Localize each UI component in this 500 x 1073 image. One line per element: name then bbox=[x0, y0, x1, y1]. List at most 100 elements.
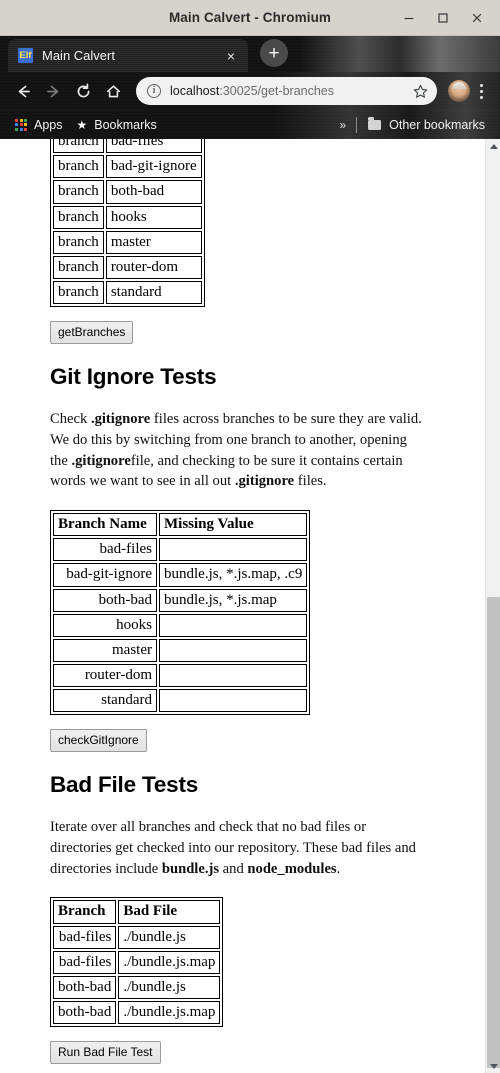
column-header: Missing Value bbox=[159, 512, 308, 537]
table-row: branch master bbox=[53, 230, 202, 254]
bad-file-cell: ./bundle.js.map bbox=[118, 950, 221, 974]
address-bar[interactable]: i localhost:30025/get-branches bbox=[136, 77, 437, 105]
emphasis-text: bundle.js bbox=[161, 860, 220, 877]
page-viewport: branch bad-files branch bad-git-ignore branc… bbox=[0, 139, 500, 1073]
browser-toolbar: i localhost:30025/get-branches bbox=[0, 72, 500, 110]
reload-icon[interactable] bbox=[68, 76, 98, 106]
tab-main-calvert[interactable]: Elf Main Calvert × bbox=[8, 39, 248, 72]
branch-name-cell: bad-files bbox=[53, 925, 117, 949]
bookmark-star-icon[interactable] bbox=[411, 84, 429, 99]
url-host: localhost bbox=[170, 84, 220, 98]
missing-value-cell bbox=[159, 538, 308, 562]
missing-value-cell: bundle.js, *.js.map, .c9 bbox=[159, 563, 308, 587]
bookmark-apps[interactable]: Apps bbox=[8, 114, 70, 136]
branch-name-cell: standard bbox=[105, 281, 202, 305]
table-row: standard bbox=[53, 689, 308, 713]
branch-name-cell: router-dom bbox=[53, 664, 157, 688]
minimize-icon[interactable] bbox=[392, 0, 426, 36]
column-header: Branch Name bbox=[53, 512, 157, 537]
site-info-icon[interactable]: i bbox=[147, 84, 161, 98]
branch-name-cell: both-bad bbox=[53, 1001, 117, 1025]
address-bar-url: localhost:30025/get-branches bbox=[170, 84, 411, 98]
scrollbar-up-arrow-icon[interactable] bbox=[486, 139, 500, 153]
browser-window: Main Calvert - Chromium Elf Main Calvert… bbox=[0, 0, 500, 1073]
bad-file-table: Branch Bad File bad-files ./bundle.js bad-f… bbox=[50, 897, 224, 1028]
new-tab-button[interactable]: + bbox=[260, 39, 288, 67]
branch-name-cell: standard bbox=[53, 689, 157, 713]
branch-key-cell: branch bbox=[53, 155, 104, 179]
branch-name-cell: hooks bbox=[105, 205, 202, 229]
branch-key-cell: branch bbox=[53, 255, 104, 280]
table-header-row: Branch Name Missing Value bbox=[53, 512, 308, 537]
table-row: bad-git-ignore bundle.js, *.js.map, .c9 bbox=[53, 563, 308, 587]
emphasis-text: .gitignore bbox=[71, 452, 131, 469]
other-bookmarks-label: Other bookmarks bbox=[389, 117, 485, 132]
git-ignore-table-body: bad-files bad-git-ignore bundle.js, *.js.… bbox=[53, 538, 308, 713]
table-row: branch router-dom bbox=[53, 255, 202, 280]
branch-name-cell: master bbox=[53, 638, 157, 663]
bad-file-cell: ./bundle.js.map bbox=[118, 1001, 221, 1025]
bad-file-table-head: Branch Bad File bbox=[53, 900, 221, 924]
table-row: both-bad ./bundle.js bbox=[53, 975, 221, 1000]
branch-name-cell: master bbox=[105, 230, 202, 254]
other-bookmarks-folder[interactable]: Other bookmarks bbox=[361, 114, 492, 136]
missing-value-cell: bundle.js, *.js.map bbox=[159, 588, 308, 612]
page-scrollbar[interactable] bbox=[485, 139, 500, 1073]
paragraph-text: Check bbox=[50, 411, 91, 428]
scrollbar-down-arrow-icon[interactable] bbox=[486, 1059, 500, 1073]
table-row: bad-files bbox=[53, 538, 308, 562]
home-icon[interactable] bbox=[98, 76, 128, 106]
branch-key-cell: branch bbox=[53, 205, 104, 229]
column-header: Bad File bbox=[118, 900, 221, 924]
apps-grid-icon bbox=[15, 118, 27, 131]
forward-icon[interactable] bbox=[38, 76, 68, 106]
profile-avatar[interactable] bbox=[448, 80, 470, 102]
branch-key-cell: branch bbox=[53, 139, 104, 154]
window-controls bbox=[392, 0, 494, 36]
tab-close-icon[interactable]: × bbox=[222, 49, 240, 63]
table-row: bad-files ./bundle.js.map bbox=[53, 950, 221, 974]
emphasis-text: .gitignore bbox=[90, 411, 151, 428]
missing-value-cell bbox=[159, 638, 308, 663]
bookmarks-bar: Apps ★ Bookmarks » Other bookmarks bbox=[0, 110, 500, 139]
run-bad-file-test-button[interactable]: Run Bad File Test bbox=[50, 1041, 161, 1065]
table-row: branch hooks bbox=[53, 205, 202, 229]
title-bar: Main Calvert - Chromium bbox=[0, 0, 500, 36]
get-branches-button[interactable]: getBranches bbox=[50, 321, 134, 345]
branch-name-cell: both-bad bbox=[105, 180, 202, 204]
bookmark-apps-label: Apps bbox=[34, 117, 63, 132]
table-row: bad-files ./bundle.js bbox=[53, 925, 221, 949]
star-icon: ★ bbox=[76, 117, 88, 132]
table-row: branch standard bbox=[53, 281, 202, 305]
missing-value-cell bbox=[159, 689, 308, 713]
chrome-menu-icon[interactable] bbox=[470, 76, 492, 106]
table-row: branch bad-git-ignore bbox=[53, 155, 202, 179]
branch-name-cell: bad-files bbox=[105, 139, 202, 154]
back-icon[interactable] bbox=[8, 76, 38, 106]
table-row: branch both-bad bbox=[53, 180, 202, 204]
paragraph-text: files. bbox=[294, 473, 327, 490]
bad-file-paragraph: Iterate over all branches and check that… bbox=[50, 817, 427, 879]
table-row: master bbox=[53, 638, 308, 663]
bookmark-bookmarks[interactable]: ★ Bookmarks bbox=[70, 114, 164, 136]
close-icon[interactable] bbox=[460, 0, 494, 36]
paragraph-text: . bbox=[336, 860, 341, 877]
branches-table: branch bad-files branch bad-git-ignore branc… bbox=[50, 139, 205, 308]
branch-name-cell: both-bad bbox=[53, 975, 117, 1000]
branch-key-cell: branch bbox=[53, 180, 104, 204]
table-row: hooks bbox=[53, 613, 308, 637]
git-ignore-table-head: Branch Name Missing Value bbox=[53, 512, 308, 537]
bookmarks-separator bbox=[356, 116, 358, 133]
folder-icon bbox=[368, 117, 382, 130]
branch-name-cell: bad-files bbox=[53, 950, 117, 974]
missing-value-cell bbox=[159, 613, 308, 637]
emphasis-text: node_modules bbox=[247, 860, 337, 877]
table-row: both-bad ./bundle.js.map bbox=[53, 1001, 221, 1025]
bookmarks-overflow-icon[interactable]: » bbox=[333, 118, 352, 132]
check-git-ignore-button[interactable]: checkGitIgnore bbox=[50, 729, 147, 753]
maximize-icon[interactable] bbox=[426, 0, 460, 36]
url-path: :30025/get-branches bbox=[219, 84, 335, 98]
bad-file-cell: ./bundle.js bbox=[118, 975, 221, 1000]
tab-title: Main Calvert bbox=[42, 48, 115, 63]
scrollbar-thumb[interactable] bbox=[487, 596, 500, 1069]
